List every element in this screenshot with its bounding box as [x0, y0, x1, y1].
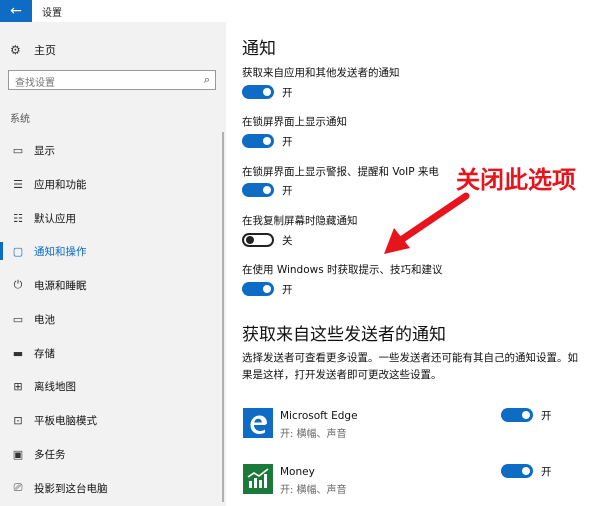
search-input[interactable]: [9, 74, 194, 93]
sidebar-item-label: 投影到这台电脑: [34, 482, 108, 495]
page-title: 通知: [242, 39, 276, 59]
sidebar-item-label: 离线地图: [34, 380, 76, 393]
toggle-hide-when-duplicating[interactable]: [242, 233, 274, 247]
sender-name: Microsoft Edge: [280, 410, 358, 422]
sidebar-item-tablet-mode[interactable]: ⊡ 平板电脑模式: [0, 409, 226, 431]
toggle-sender-money[interactable]: [501, 464, 533, 478]
toggle-state: 开: [541, 466, 552, 478]
sidebar-item-notifications[interactable]: ▢ 通知和操作: [0, 240, 226, 262]
gear-icon: ⚙: [10, 43, 21, 57]
setting-label: 在锁屏界面上显示警报、提醒和 VoIP 来电: [242, 166, 439, 178]
sidebar-item-label: 平板电脑模式: [34, 414, 97, 427]
sidebar-item-offline-maps[interactable]: ⊞ 离线地图: [0, 375, 226, 397]
sender-status: 开: 横幅、声音: [280, 429, 347, 440]
setting-label: 在锁屏界面上显示通知: [242, 116, 347, 128]
monitor-icon: ▭: [12, 143, 24, 157]
project-icon: ⎚: [13, 481, 23, 494]
sidebar-home-label: 主页: [34, 44, 56, 57]
edge-icon[interactable]: [243, 408, 273, 438]
toggle-app-notifications[interactable]: [242, 85, 274, 99]
multitask-icon: ▣: [12, 447, 24, 461]
sidebar-item-display[interactable]: ▭ 显示: [0, 139, 226, 161]
back-arrow-icon: ←: [10, 3, 22, 19]
sidebar-item-project[interactable]: ⎚ 投影到这台电脑: [0, 477, 226, 499]
search-icon[interactable]: ⌕: [204, 73, 210, 87]
sidebar-item-storage[interactable]: ▬ 存储: [0, 342, 226, 364]
toggle-sender-edge[interactable]: [501, 408, 533, 422]
search-box[interactable]: ⌕: [8, 70, 216, 93]
list-icon: ☷: [13, 211, 23, 225]
sidebar-item-default-apps[interactable]: ☷ 默认应用: [0, 207, 226, 229]
toggle-tips-tricks[interactable]: [242, 282, 274, 296]
sidebar-item-label: 默认应用: [34, 212, 76, 225]
toggle-lockscreen-notifications[interactable]: [242, 134, 274, 148]
setting-label: 在我复制屏幕时隐藏通知: [242, 215, 358, 227]
setting-label: 在使用 Windows 时获取提示、技巧和建议: [242, 264, 443, 276]
sidebar-scrollbar[interactable]: [222, 132, 224, 502]
sender-status: 开: 横幅、声音: [280, 485, 347, 496]
sidebar-item-label: 多任务: [34, 448, 66, 461]
power-icon: ⏻: [13, 278, 23, 291]
sender-name: Money: [280, 466, 315, 478]
list-icon: ☰: [13, 177, 23, 191]
map-icon: ⊞: [13, 379, 23, 393]
sidebar-item-label: 电源和睡眠: [34, 279, 87, 292]
toggle-state: 开: [282, 284, 293, 296]
battery-icon: ▭: [12, 312, 24, 326]
sidebar: ⚙ 主页 ⌕ 系统 ▭ 显示 ☰ 应用和功能 ☷ 默认应用 ▢ 通知和操作 ⏻ …: [0, 22, 226, 506]
sidebar-item-apps[interactable]: ☰ 应用和功能: [0, 173, 226, 195]
toggle-state: 关: [282, 235, 293, 247]
back-button[interactable]: ←: [0, 0, 32, 22]
annotation-arrow-icon: [384, 192, 470, 254]
sidebar-home[interactable]: ⚙ 主页: [10, 40, 56, 60]
sidebar-item-label: 应用和功能: [34, 178, 87, 191]
chat-icon: ▢: [12, 244, 24, 258]
sidebar-item-battery[interactable]: ▭ 电池: [0, 308, 226, 330]
senders-heading: 获取来自这些发送者的通知: [242, 325, 446, 345]
senders-description: 选择发送者可查看更多设置。一些发送者还可能有其自己的通知设置。如果是这样，打开发…: [242, 352, 578, 381]
section-label: 系统: [10, 114, 30, 125]
tablet-icon: ⊡: [13, 413, 23, 427]
sidebar-item-label: 电池: [34, 313, 55, 326]
sidebar-item-label: 存储: [34, 347, 55, 360]
toggle-state: 开: [282, 136, 293, 148]
sidebar-item-multitasking[interactable]: ▣ 多任务: [0, 443, 226, 465]
toggle-state: 开: [282, 87, 293, 99]
sidebar-item-label: 通知和操作: [34, 245, 87, 258]
money-icon[interactable]: [243, 464, 273, 494]
toggle-lockscreen-alarms[interactable]: [242, 183, 274, 197]
storage-icon: ▬: [12, 346, 24, 360]
main-content: 通知 获取来自应用和其他发送者的通知 开 在锁屏界面上显示通知 开 在锁屏界面上…: [226, 22, 600, 506]
toggle-state: 开: [541, 410, 552, 422]
sidebar-item-label: 显示: [34, 144, 55, 157]
toggle-state: 开: [282, 185, 293, 197]
sidebar-item-power[interactable]: ⏻ 电源和睡眠: [0, 274, 226, 296]
title-bar: ← 设置: [0, 0, 600, 22]
annotation-text: 关闭此选项: [456, 166, 576, 194]
window-title: 设置: [42, 8, 62, 19]
setting-label: 获取来自应用和其他发送者的通知: [242, 67, 400, 79]
